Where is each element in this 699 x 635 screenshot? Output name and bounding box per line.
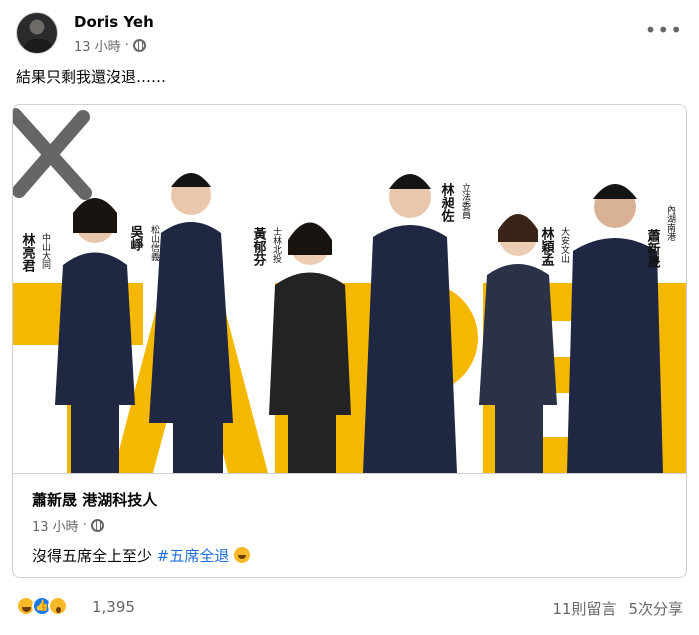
- candidate-name-1: 林亮君: [20, 232, 36, 273]
- shared-image[interactable]: 林亮君 中山大同 吳崢 松山信義 黃郁芬 士林北投 林昶佐 立法委員 林穎孟 大…: [13, 105, 686, 473]
- candidate-district-4: 立法委員: [460, 182, 471, 220]
- author-name[interactable]: Doris Yeh: [74, 13, 154, 31]
- candidate-name-6: 蕭新晟: [645, 228, 661, 269]
- more-options-button[interactable]: •••: [645, 18, 683, 42]
- candidate-name-3: 黃郁芬: [251, 226, 268, 267]
- shared-post-text: 沒得五席全上至少 #五席全退: [32, 545, 251, 566]
- wow-reaction-icon: [48, 596, 68, 616]
- candidate-district-3: 士林北投: [271, 226, 282, 264]
- candidate-name-4: 林昶佐: [439, 182, 456, 222]
- candidate-name-2: 吳崢: [128, 225, 145, 252]
- reaction-icons[interactable]: 👍: [16, 596, 68, 616]
- globe-icon: [90, 519, 104, 532]
- shared-post-card[interactable]: 林亮君 中山大同 吳崢 松山信義 黃郁芬 士林北投 林昶佐 立法委員 林穎孟 大…: [12, 104, 687, 578]
- grinning-sweat-emoji-icon: [234, 547, 251, 563]
- shared-author-name[interactable]: 蕭新晟 港湖科技人: [32, 489, 157, 510]
- post-header: Doris Yeh 13 小時 · •••: [16, 12, 683, 56]
- reaction-count[interactable]: 1,395: [92, 598, 135, 616]
- shares-count-link[interactable]: 5次分享: [628, 598, 683, 619]
- post-text: 結果只剩我還沒退……: [16, 68, 167, 86]
- post-meta: 13 小時 ·: [74, 36, 146, 55]
- candidate-district-5: 大安文山: [559, 226, 570, 263]
- meta-separator: ·: [82, 518, 87, 533]
- globe-icon: [132, 39, 146, 52]
- post-stats: 11則留言 5次分享: [552, 598, 683, 619]
- candidate-name-5: 林穎孟: [539, 226, 555, 267]
- meta-separator: ·: [124, 38, 129, 53]
- shared-post-time[interactable]: 13 小時: [32, 516, 79, 535]
- hashtag-link[interactable]: #五席全退: [157, 547, 230, 565]
- candidate-district-1: 中山大同: [40, 232, 51, 270]
- candidate-district-6: 內湖南港: [665, 205, 676, 241]
- card-divider: [13, 473, 686, 474]
- shared-post-meta: 13 小時 ·: [32, 516, 104, 535]
- candidate-district-2: 松山信義: [149, 224, 160, 261]
- shared-text-prefix: 沒得五席全上至少: [32, 547, 157, 565]
- post-footer: 👍 1,395 11則留言 5次分享: [16, 596, 683, 620]
- avatar[interactable]: [16, 12, 58, 54]
- x-mark: [13, 108, 92, 200]
- comments-count-link[interactable]: 11則留言: [552, 598, 616, 619]
- post-time[interactable]: 13 小時: [74, 36, 121, 55]
- taipei-campaign-poster: 林亮君 中山大同 吳崢 松山信義 黃郁芬 士林北投 林昶佐 立法委員 林穎孟 大…: [13, 108, 686, 473]
